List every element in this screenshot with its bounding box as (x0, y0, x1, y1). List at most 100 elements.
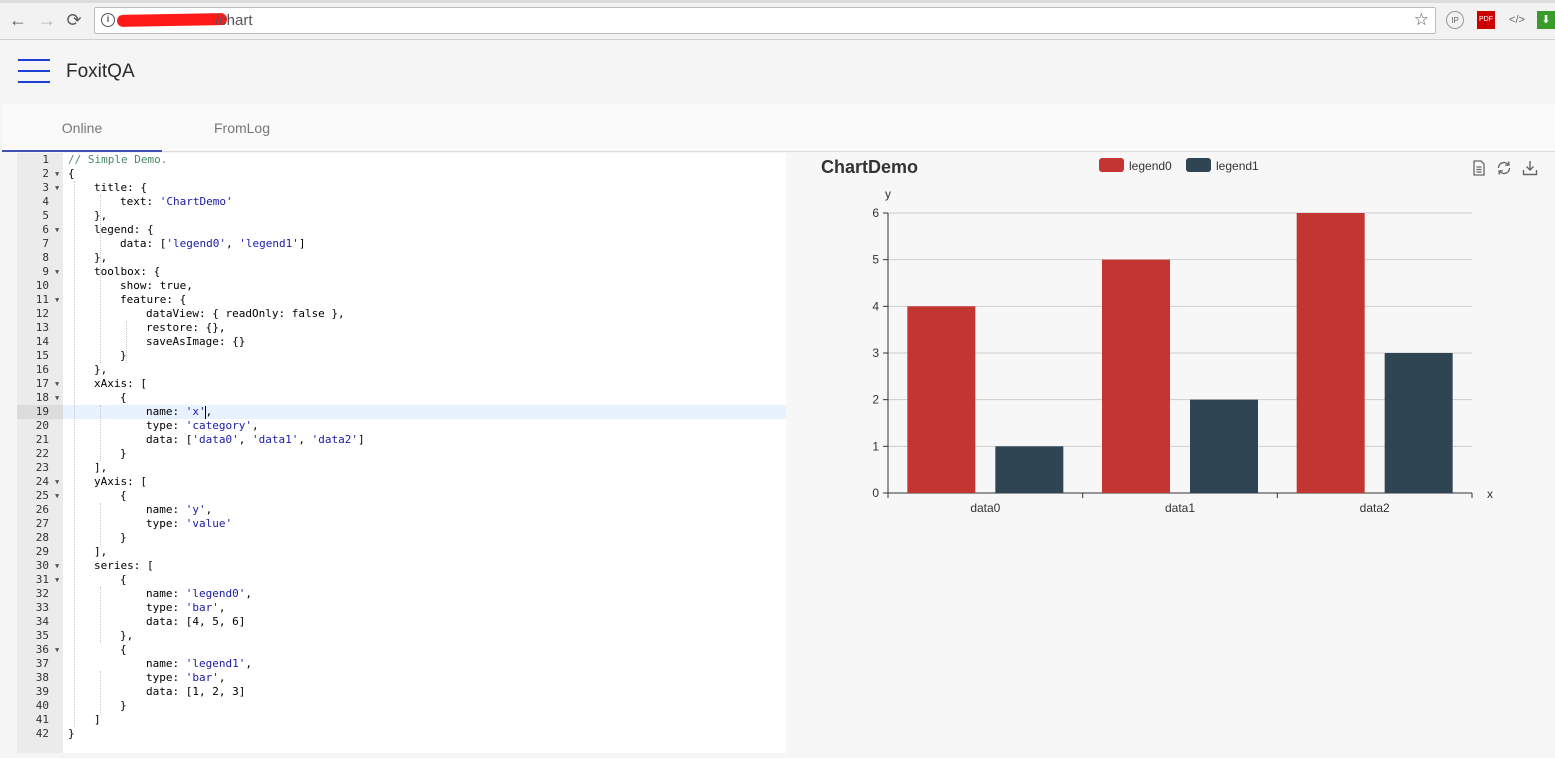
ip-extension-icon[interactable]: IP (1446, 11, 1464, 29)
code-line[interactable]: 41] (17, 713, 786, 727)
info-icon[interactable]: i (101, 13, 115, 27)
code-token: // Simple Demo. (68, 153, 168, 166)
code-line[interactable]: 12 dataView: { readOnly: false }, (17, 307, 786, 321)
code-token: ], (94, 545, 108, 558)
address-url[interactable]: /chart (215, 12, 253, 29)
code-token: ], (94, 461, 108, 474)
bookmark-star-icon[interactable]: ☆ (1414, 10, 1429, 30)
code-line[interactable]: 1 // Simple Demo. (17, 153, 786, 167)
code-token: , (251, 419, 259, 432)
code-line[interactable]: 6 ▼ legend: { (17, 223, 786, 237)
redacted-host (116, 13, 228, 27)
code-line[interactable]: 9 ▼ toolbox: { (17, 265, 786, 279)
code-text: restore: {}, (146, 321, 225, 335)
code-token: yAxis: [ (94, 475, 147, 488)
line-number: 21 (35, 433, 49, 446)
forward-button[interactable]: → (37, 10, 57, 30)
code-line[interactable]: 28} (17, 531, 786, 545)
fold-arrow-icon[interactable]: ▼ (55, 293, 59, 307)
code-line[interactable]: 27 type: 'value' (17, 517, 786, 531)
code-line[interactable]: 14 saveAsImage: {} (17, 335, 786, 349)
code-token: { (68, 167, 75, 180)
code-line[interactable]: 30 ▼ series: [ (17, 559, 786, 573)
tab-online[interactable]: Online (2, 104, 162, 152)
code-extension-icon[interactable]: </> (1508, 11, 1526, 29)
fold-arrow-icon[interactable]: ▼ (55, 377, 59, 391)
address-bar[interactable]: i /chart ☆ (94, 7, 1436, 34)
code-token: } (120, 447, 127, 460)
code-line[interactable]: 17 ▼ xAxis: [ (17, 377, 786, 391)
app-header: FoxitQA (2, 41, 1555, 104)
code-line[interactable]: 35}, (17, 629, 786, 643)
code-line[interactable]: 18 ▼{ (17, 391, 786, 405)
code-line[interactable]: 26 name: 'y', (17, 503, 786, 517)
code-text: dataView: { readOnly: false }, (146, 307, 345, 321)
tab-fromlog[interactable]: FromLog (162, 104, 322, 152)
reload-button[interactable]: ⟳ (64, 10, 84, 30)
code-editor[interactable]: 1// Simple Demo. 2 ▼{3 ▼ title: {4 text: 'Cha… (17, 153, 786, 753)
line-number: 26 (35, 503, 49, 516)
fold-arrow-icon[interactable]: ▼ (55, 573, 59, 587)
line-number: 13 (35, 321, 49, 334)
fold-arrow-icon[interactable]: ▼ (55, 265, 59, 279)
code-line[interactable]: 32 name: 'legend0', (17, 587, 786, 601)
code-line[interactable]: 22} (17, 447, 786, 461)
code-line[interactable]: 19 name: 'x', (17, 405, 786, 419)
line-number: 33 (35, 601, 49, 614)
code-line[interactable]: 23], (17, 461, 786, 475)
fold-arrow-icon[interactable]: ▼ (55, 559, 59, 573)
line-number: 29 (35, 545, 49, 558)
code-line[interactable]: 11 ▼ feature: { (17, 293, 786, 307)
line-number: 10 (35, 279, 49, 292)
y-tick-label: 0 (872, 486, 879, 500)
code-token: legend: { (94, 223, 154, 236)
line-number: 35 (35, 629, 49, 642)
code-line[interactable]: 4 text: 'ChartDemo' (17, 195, 786, 209)
code-line[interactable]: 21 data: ['data0', 'data1', 'data2'] (17, 433, 786, 447)
code-line[interactable]: 25 ▼{ (17, 489, 786, 503)
pdf-extension-icon[interactable]: PDF (1477, 11, 1495, 29)
fold-arrow-icon[interactable]: ▼ (55, 167, 59, 181)
fold-arrow-icon[interactable]: ▼ (55, 643, 59, 657)
code-line[interactable]: 5}, (17, 209, 786, 223)
code-token: feature: { (120, 293, 187, 306)
code-line[interactable]: 8}, (17, 251, 786, 265)
code-token: type: (146, 601, 186, 614)
code-line[interactable]: 16}, (17, 363, 786, 377)
code-line[interactable]: 15} (17, 349, 786, 363)
code-line[interactable]: 7 data: ['legend0', 'legend1'] (17, 237, 786, 251)
fold-arrow-icon[interactable]: ▼ (55, 489, 59, 503)
code-token: { (120, 489, 127, 502)
back-button[interactable]: ← (8, 10, 28, 30)
code-line[interactable]: 40} (17, 699, 786, 713)
fold-arrow-icon[interactable]: ▼ (55, 391, 59, 405)
line-number: 8 (42, 251, 49, 264)
code-line[interactable]: 2 ▼{ (17, 167, 786, 181)
code-line[interactable]: 13 restore: {}, (17, 321, 786, 335)
fold-arrow-icon[interactable]: ▼ (55, 475, 59, 489)
line-number: 41 (35, 713, 49, 726)
code-line[interactable]: 24 ▼ yAxis: [ (17, 475, 786, 489)
fold-arrow-icon[interactable]: ▼ (55, 223, 59, 237)
code-line[interactable]: 36 ▼{ (17, 643, 786, 657)
code-line[interactable]: 42} (17, 727, 786, 741)
code-line[interactable]: 20 type: 'category', (17, 419, 786, 433)
code-text: { (68, 167, 75, 181)
code-line[interactable]: 33 type: 'bar', (17, 601, 786, 615)
code-line[interactable]: 3 ▼ title: { (17, 181, 786, 195)
code-token: ] (357, 433, 365, 446)
code-line[interactable]: 31 ▼{ (17, 573, 786, 587)
indent-guide (100, 405, 101, 461)
code-line[interactable]: 37 name: 'legend1', (17, 657, 786, 671)
line-number: 7 (42, 237, 49, 250)
download-extension-icon[interactable]: ⬇ (1537, 11, 1555, 29)
code-line[interactable]: 39 data: [1, 2, 3] (17, 685, 786, 699)
menu-icon[interactable] (18, 59, 50, 85)
line-number: 40 (35, 699, 49, 712)
code-line[interactable]: 10 show: true, (17, 279, 786, 293)
fold-arrow-icon[interactable]: ▼ (55, 181, 59, 195)
code-line[interactable]: 29], (17, 545, 786, 559)
line-number: 34 (35, 615, 49, 628)
code-line[interactable]: 34 data: [4, 5, 6] (17, 615, 786, 629)
code-line[interactable]: 38 type: 'bar', (17, 671, 786, 685)
